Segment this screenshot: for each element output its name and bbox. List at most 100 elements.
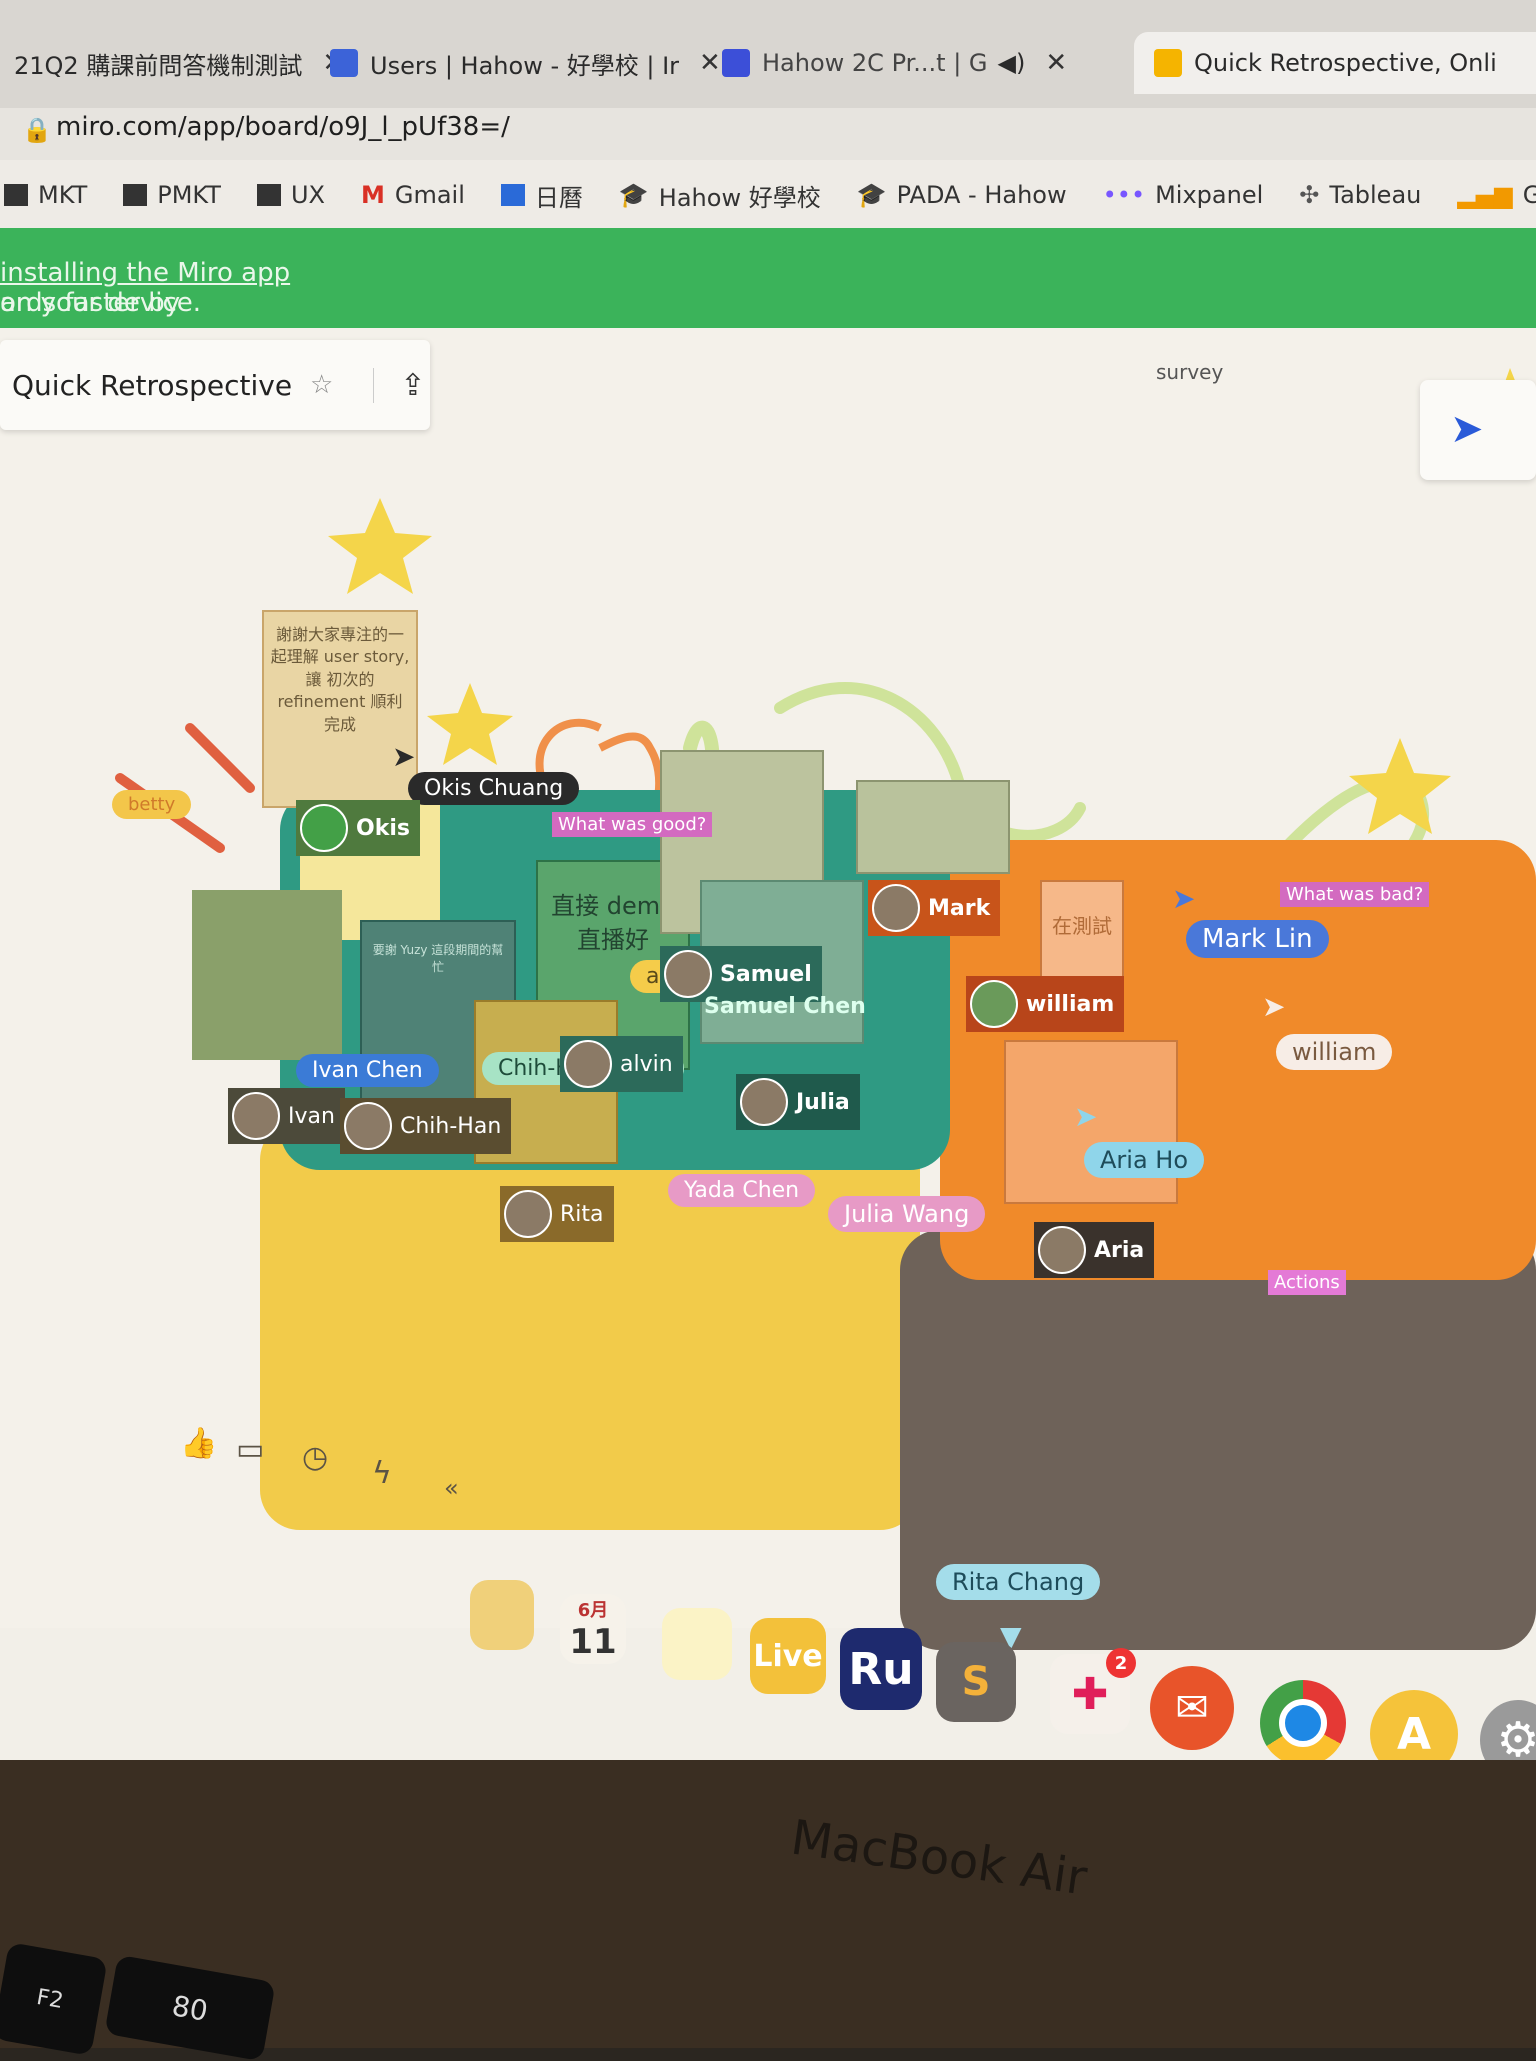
- bookmark-hahow[interactable]: 🎓 Hahow 好學校: [619, 178, 821, 213]
- stickies-app-icon[interactable]: [662, 1608, 732, 1680]
- close-icon[interactable]: ✕: [1045, 48, 1067, 78]
- tab-title: Quick Retrospective, Onli: [1194, 49, 1497, 77]
- timer-icon[interactable]: ◷: [302, 1440, 328, 1475]
- avatar-aria: Aria: [1034, 1222, 1155, 1278]
- cursor-arrow-icon: ➤: [1172, 882, 1196, 915]
- betty-label: betty: [112, 790, 192, 819]
- live-app-icon[interactable]: Live: [750, 1618, 826, 1694]
- bookmark-ux[interactable]: UX: [256, 181, 325, 209]
- star-icon: [427, 683, 513, 765]
- doc-favicon-icon: [722, 49, 750, 77]
- cursor-tag-ivan: Ivan Chen: [296, 1054, 439, 1087]
- miro-favicon-icon: [1154, 49, 1182, 77]
- sticky-note-thanks[interactable]: 謝謝大家專注的一起理解 user story,讓 初次的 refinement …: [262, 610, 418, 808]
- folder-icon: [4, 184, 28, 206]
- tab-1[interactable]: 21Q2 購課前問答機制測試 ✕: [14, 32, 344, 94]
- avatar-william: william: [966, 976, 1125, 1032]
- cursor-arrow-icon: ➤: [1074, 1100, 1098, 1133]
- bookmark-mkt[interactable]: MKT: [4, 181, 87, 209]
- tab-miro[interactable]: Quick Retrospective, Onli: [1134, 32, 1536, 94]
- avatar-mark: Mark: [868, 880, 1001, 936]
- banner-text-suffix: on your device.: [0, 288, 202, 318]
- sublime-app-icon[interactable]: S: [936, 1642, 1016, 1722]
- grad-cap-icon: 🎓: [618, 181, 649, 209]
- tab-2[interactable]: Users | Hahow - 好學校 | Ir ✕: [330, 32, 721, 94]
- speaker-icon[interactable]: ◀): [998, 49, 1026, 77]
- video-icon[interactable]: ▭: [236, 1432, 264, 1467]
- avatar-okis: Okis: [296, 800, 420, 856]
- star-icon[interactable]: ☆: [310, 370, 333, 400]
- avatar: [872, 884, 920, 932]
- frame-label-bad: What was bad?: [1280, 882, 1430, 907]
- bookmark-gmail[interactable]: M Gmail: [361, 181, 465, 209]
- avatar-chih-han: Chih-Han: [340, 1098, 512, 1154]
- avatar: [344, 1102, 392, 1150]
- hahow-favicon-icon: [330, 49, 358, 77]
- dash-line: [185, 723, 255, 793]
- bookmark-pada[interactable]: 🎓 PADA - Hahow: [857, 181, 1067, 209]
- avatar: [1038, 1226, 1086, 1274]
- lightning-icon[interactable]: ϟ: [372, 1456, 392, 1491]
- thumbs-up-icon[interactable]: 👍: [180, 1426, 217, 1461]
- avatar: [740, 1078, 788, 1126]
- bookmarks-bar: MKT PMKT UX M Gmail 日曆 🎓 Hahow 好學校 🎓 PADA -…: [0, 160, 1536, 230]
- ga-icon: ▂▄▆: [1457, 181, 1513, 209]
- close-icon[interactable]: ✕: [699, 48, 721, 78]
- bookmark-tableau[interactable]: ✣ Tableau: [1299, 181, 1421, 209]
- grad-cap-icon: 🎓: [856, 181, 887, 209]
- mixpanel-icon: •••: [1102, 181, 1146, 209]
- postman-app-icon[interactable]: ✉: [1150, 1666, 1234, 1750]
- cursor-arrow-icon: ➤: [1262, 990, 1286, 1023]
- install-app-link[interactable]: installing the Miro app: [0, 258, 290, 288]
- cursor-tools-button[interactable]: ➤: [1420, 380, 1536, 480]
- cursor-tag-okis: Okis Chuang: [408, 772, 580, 805]
- notes-app-icon[interactable]: [470, 1580, 534, 1650]
- premiere-rush-app-icon[interactable]: Ru: [840, 1628, 922, 1710]
- cursor-tag-yada: Yada Chen: [668, 1174, 816, 1207]
- cursor-tag-mark: Mark Lin: [1186, 920, 1329, 958]
- bookmark-mixpanel[interactable]: ••• Mixpanel: [1103, 181, 1264, 209]
- chrome-app-icon[interactable]: [1260, 1680, 1346, 1766]
- bookmark-calendar[interactable]: 日曆: [500, 178, 583, 213]
- survey-text: survey: [1156, 360, 1224, 384]
- avatar: [970, 980, 1018, 1028]
- tab-title: 21Q2 購課前問答機制測試: [14, 51, 303, 80]
- install-banner: ards faster by installing the Miro app o…: [0, 228, 1536, 328]
- share-icon[interactable]: ⇪: [373, 367, 426, 403]
- avatar-ivan: Ivan: [228, 1088, 345, 1144]
- sticky-note[interactable]: [192, 890, 342, 1060]
- notification-badge: 2: [1106, 1648, 1136, 1678]
- tab-3[interactable]: Hahow 2C Pr...t | G ◀) ✕: [722, 32, 1067, 94]
- cursor-tag-julia: Julia Wang: [828, 1196, 986, 1232]
- folder-icon: [256, 184, 281, 206]
- avatar: [504, 1190, 552, 1238]
- cursor-arrow-icon: ➤: [1450, 406, 1484, 452]
- calendar-app-icon[interactable]: 6月 11: [560, 1594, 626, 1664]
- sticky-note[interactable]: [856, 780, 1010, 874]
- bookmark-ga[interactable]: ▂▄▆GA: [1457, 181, 1536, 209]
- url-field[interactable]: miro.com/app/board/o9J_l_pUf38=/: [56, 112, 510, 142]
- board-title[interactable]: Quick Retrospective: [0, 369, 292, 402]
- gmail-icon: M: [360, 181, 385, 209]
- slack-app-icon[interactable]: ✚ 2: [1050, 1648, 1136, 1734]
- cursor-tag-aria: Aria Ho: [1084, 1142, 1205, 1178]
- key-f2[interactable]: F2: [0, 1942, 108, 2056]
- avatar: [564, 1040, 612, 1088]
- frame-label-actions: Actions: [1268, 1270, 1346, 1295]
- calendar-icon: [500, 184, 525, 206]
- star-icon: [1349, 738, 1451, 834]
- folder-icon: [123, 184, 148, 206]
- frame-label-good: What was good?: [552, 812, 713, 837]
- tab-title: Users | Hahow - 好學校 | Ir: [370, 51, 680, 80]
- avatar: [300, 804, 348, 852]
- collapse-icon[interactable]: «: [444, 1474, 459, 1502]
- tableau-icon: ✣: [1299, 181, 1320, 209]
- cursor-tag-william: william: [1276, 1034, 1393, 1070]
- screen: 21Q2 購課前問答機制測試 ✕ Users | Hahow - 好學校 | I…: [0, 0, 1536, 1780]
- avatar-julia: Julia: [736, 1074, 860, 1130]
- frame-yellow[interactable]: [260, 1120, 920, 1530]
- cursor-arrow-icon: ➤: [392, 740, 416, 773]
- macos-dock: 6月 11 Live Ru S ✚ 2 ✉ A ⚙: [420, 1570, 1536, 1780]
- lock-icon: 🔒: [22, 116, 52, 144]
- bookmark-pmkt[interactable]: PMKT: [123, 181, 221, 209]
